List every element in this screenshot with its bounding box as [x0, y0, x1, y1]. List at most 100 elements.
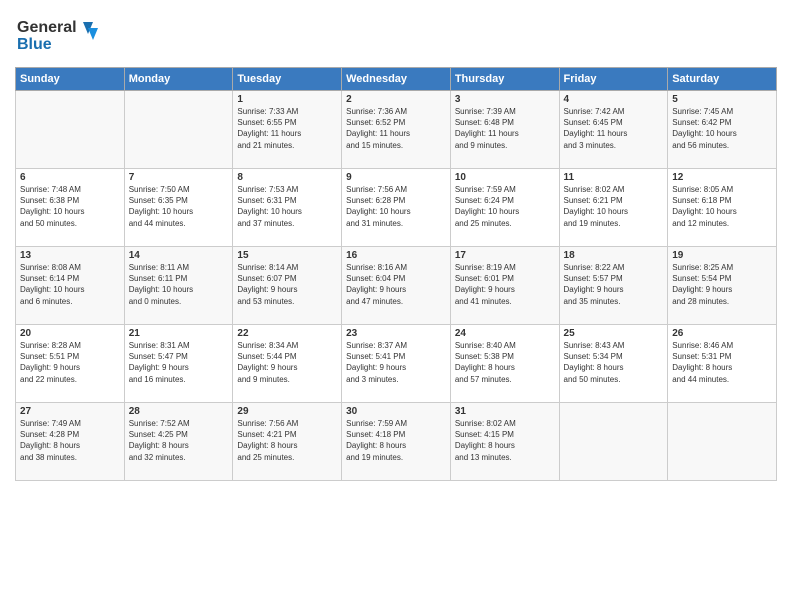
calendar-cell: 13Sunrise: 8:08 AM Sunset: 6:14 PM Dayli…	[16, 247, 125, 325]
calendar-cell	[124, 91, 233, 169]
calendar-week-3: 20Sunrise: 8:28 AM Sunset: 5:51 PM Dayli…	[16, 325, 777, 403]
day-header-monday: Monday	[124, 68, 233, 91]
day-number: 28	[129, 406, 229, 417]
day-number: 1	[237, 94, 337, 105]
day-info: Sunrise: 8:02 AM Sunset: 6:21 PM Dayligh…	[564, 184, 664, 229]
day-number: 12	[672, 172, 772, 183]
day-number: 11	[564, 172, 664, 183]
day-info: Sunrise: 8:11 AM Sunset: 6:11 PM Dayligh…	[129, 262, 229, 307]
day-number: 13	[20, 250, 120, 261]
day-info: Sunrise: 7:53 AM Sunset: 6:31 PM Dayligh…	[237, 184, 337, 229]
calendar-cell: 18Sunrise: 8:22 AM Sunset: 5:57 PM Dayli…	[559, 247, 668, 325]
day-number: 20	[20, 328, 120, 339]
day-number: 24	[455, 328, 555, 339]
calendar-cell: 25Sunrise: 8:43 AM Sunset: 5:34 PM Dayli…	[559, 325, 668, 403]
day-number: 17	[455, 250, 555, 261]
day-info: Sunrise: 8:43 AM Sunset: 5:34 PM Dayligh…	[564, 340, 664, 385]
day-info: Sunrise: 8:16 AM Sunset: 6:04 PM Dayligh…	[346, 262, 446, 307]
svg-text:Blue: Blue	[17, 36, 52, 53]
day-info: Sunrise: 7:59 AM Sunset: 4:18 PM Dayligh…	[346, 418, 446, 463]
calendar-cell: 10Sunrise: 7:59 AM Sunset: 6:24 PM Dayli…	[450, 169, 559, 247]
day-header-sunday: Sunday	[16, 68, 125, 91]
day-info: Sunrise: 7:56 AM Sunset: 6:28 PM Dayligh…	[346, 184, 446, 229]
day-number: 8	[237, 172, 337, 183]
day-info: Sunrise: 8:31 AM Sunset: 5:47 PM Dayligh…	[129, 340, 229, 385]
calendar-cell: 12Sunrise: 8:05 AM Sunset: 6:18 PM Dayli…	[668, 169, 777, 247]
day-number: 10	[455, 172, 555, 183]
day-number: 21	[129, 328, 229, 339]
day-info: Sunrise: 7:33 AM Sunset: 6:55 PM Dayligh…	[237, 106, 337, 151]
day-info: Sunrise: 8:19 AM Sunset: 6:01 PM Dayligh…	[455, 262, 555, 307]
day-info: Sunrise: 7:36 AM Sunset: 6:52 PM Dayligh…	[346, 106, 446, 151]
calendar-cell: 30Sunrise: 7:59 AM Sunset: 4:18 PM Dayli…	[342, 403, 451, 481]
day-info: Sunrise: 8:37 AM Sunset: 5:41 PM Dayligh…	[346, 340, 446, 385]
day-info: Sunrise: 8:46 AM Sunset: 5:31 PM Dayligh…	[672, 340, 772, 385]
calendar-week-1: 6Sunrise: 7:48 AM Sunset: 6:38 PM Daylig…	[16, 169, 777, 247]
calendar-cell: 5Sunrise: 7:45 AM Sunset: 6:42 PM Daylig…	[668, 91, 777, 169]
calendar-cell: 4Sunrise: 7:42 AM Sunset: 6:45 PM Daylig…	[559, 91, 668, 169]
calendar-cell: 11Sunrise: 8:02 AM Sunset: 6:21 PM Dayli…	[559, 169, 668, 247]
calendar-cell: 16Sunrise: 8:16 AM Sunset: 6:04 PM Dayli…	[342, 247, 451, 325]
day-header-tuesday: Tuesday	[233, 68, 342, 91]
day-number: 2	[346, 94, 446, 105]
day-header-wednesday: Wednesday	[342, 68, 451, 91]
calendar-cell: 15Sunrise: 8:14 AM Sunset: 6:07 PM Dayli…	[233, 247, 342, 325]
calendar-cell: 8Sunrise: 7:53 AM Sunset: 6:31 PM Daylig…	[233, 169, 342, 247]
calendar-week-4: 27Sunrise: 7:49 AM Sunset: 4:28 PM Dayli…	[16, 403, 777, 481]
day-number: 19	[672, 250, 772, 261]
calendar-cell: 22Sunrise: 8:34 AM Sunset: 5:44 PM Dayli…	[233, 325, 342, 403]
day-info: Sunrise: 7:39 AM Sunset: 6:48 PM Dayligh…	[455, 106, 555, 151]
day-info: Sunrise: 7:42 AM Sunset: 6:45 PM Dayligh…	[564, 106, 664, 151]
day-info: Sunrise: 7:48 AM Sunset: 6:38 PM Dayligh…	[20, 184, 120, 229]
calendar-table: SundayMondayTuesdayWednesdayThursdayFrid…	[15, 67, 777, 481]
calendar-cell: 14Sunrise: 8:11 AM Sunset: 6:11 PM Dayli…	[124, 247, 233, 325]
day-number: 3	[455, 94, 555, 105]
day-number: 29	[237, 406, 337, 417]
day-number: 25	[564, 328, 664, 339]
day-number: 18	[564, 250, 664, 261]
logo-text: General Blue	[15, 14, 105, 61]
day-number: 16	[346, 250, 446, 261]
calendar-cell: 23Sunrise: 8:37 AM Sunset: 5:41 PM Dayli…	[342, 325, 451, 403]
day-info: Sunrise: 7:45 AM Sunset: 6:42 PM Dayligh…	[672, 106, 772, 151]
day-number: 22	[237, 328, 337, 339]
day-header-friday: Friday	[559, 68, 668, 91]
calendar-header-row: SundayMondayTuesdayWednesdayThursdayFrid…	[16, 68, 777, 91]
day-number: 14	[129, 250, 229, 261]
calendar-week-2: 13Sunrise: 8:08 AM Sunset: 6:14 PM Dayli…	[16, 247, 777, 325]
calendar-cell: 21Sunrise: 8:31 AM Sunset: 5:47 PM Dayli…	[124, 325, 233, 403]
day-number: 15	[237, 250, 337, 261]
calendar-cell: 19Sunrise: 8:25 AM Sunset: 5:54 PM Dayli…	[668, 247, 777, 325]
day-info: Sunrise: 7:52 AM Sunset: 4:25 PM Dayligh…	[129, 418, 229, 463]
day-info: Sunrise: 8:25 AM Sunset: 5:54 PM Dayligh…	[672, 262, 772, 307]
day-info: Sunrise: 8:14 AM Sunset: 6:07 PM Dayligh…	[237, 262, 337, 307]
day-info: Sunrise: 7:56 AM Sunset: 4:21 PM Dayligh…	[237, 418, 337, 463]
calendar-cell: 2Sunrise: 7:36 AM Sunset: 6:52 PM Daylig…	[342, 91, 451, 169]
calendar-cell: 9Sunrise: 7:56 AM Sunset: 6:28 PM Daylig…	[342, 169, 451, 247]
day-info: Sunrise: 7:49 AM Sunset: 4:28 PM Dayligh…	[20, 418, 120, 463]
calendar-cell: 29Sunrise: 7:56 AM Sunset: 4:21 PM Dayli…	[233, 403, 342, 481]
day-number: 6	[20, 172, 120, 183]
logo: General Blue	[15, 14, 105, 61]
day-number: 31	[455, 406, 555, 417]
day-info: Sunrise: 8:28 AM Sunset: 5:51 PM Dayligh…	[20, 340, 120, 385]
calendar-cell: 20Sunrise: 8:28 AM Sunset: 5:51 PM Dayli…	[16, 325, 125, 403]
day-number: 9	[346, 172, 446, 183]
day-info: Sunrise: 8:22 AM Sunset: 5:57 PM Dayligh…	[564, 262, 664, 307]
day-info: Sunrise: 7:50 AM Sunset: 6:35 PM Dayligh…	[129, 184, 229, 229]
header: General Blue	[15, 10, 777, 61]
calendar-cell	[559, 403, 668, 481]
day-number: 30	[346, 406, 446, 417]
calendar-cell: 1Sunrise: 7:33 AM Sunset: 6:55 PM Daylig…	[233, 91, 342, 169]
calendar-page: General Blue SundayMondayTuesdayWednesda…	[0, 0, 792, 612]
calendar-cell: 3Sunrise: 7:39 AM Sunset: 6:48 PM Daylig…	[450, 91, 559, 169]
day-header-saturday: Saturday	[668, 68, 777, 91]
calendar-cell: 27Sunrise: 7:49 AM Sunset: 4:28 PM Dayli…	[16, 403, 125, 481]
calendar-cell	[668, 403, 777, 481]
day-number: 7	[129, 172, 229, 183]
day-info: Sunrise: 8:08 AM Sunset: 6:14 PM Dayligh…	[20, 262, 120, 307]
calendar-cell	[16, 91, 125, 169]
day-info: Sunrise: 8:34 AM Sunset: 5:44 PM Dayligh…	[237, 340, 337, 385]
calendar-cell: 26Sunrise: 8:46 AM Sunset: 5:31 PM Dayli…	[668, 325, 777, 403]
day-number: 4	[564, 94, 664, 105]
